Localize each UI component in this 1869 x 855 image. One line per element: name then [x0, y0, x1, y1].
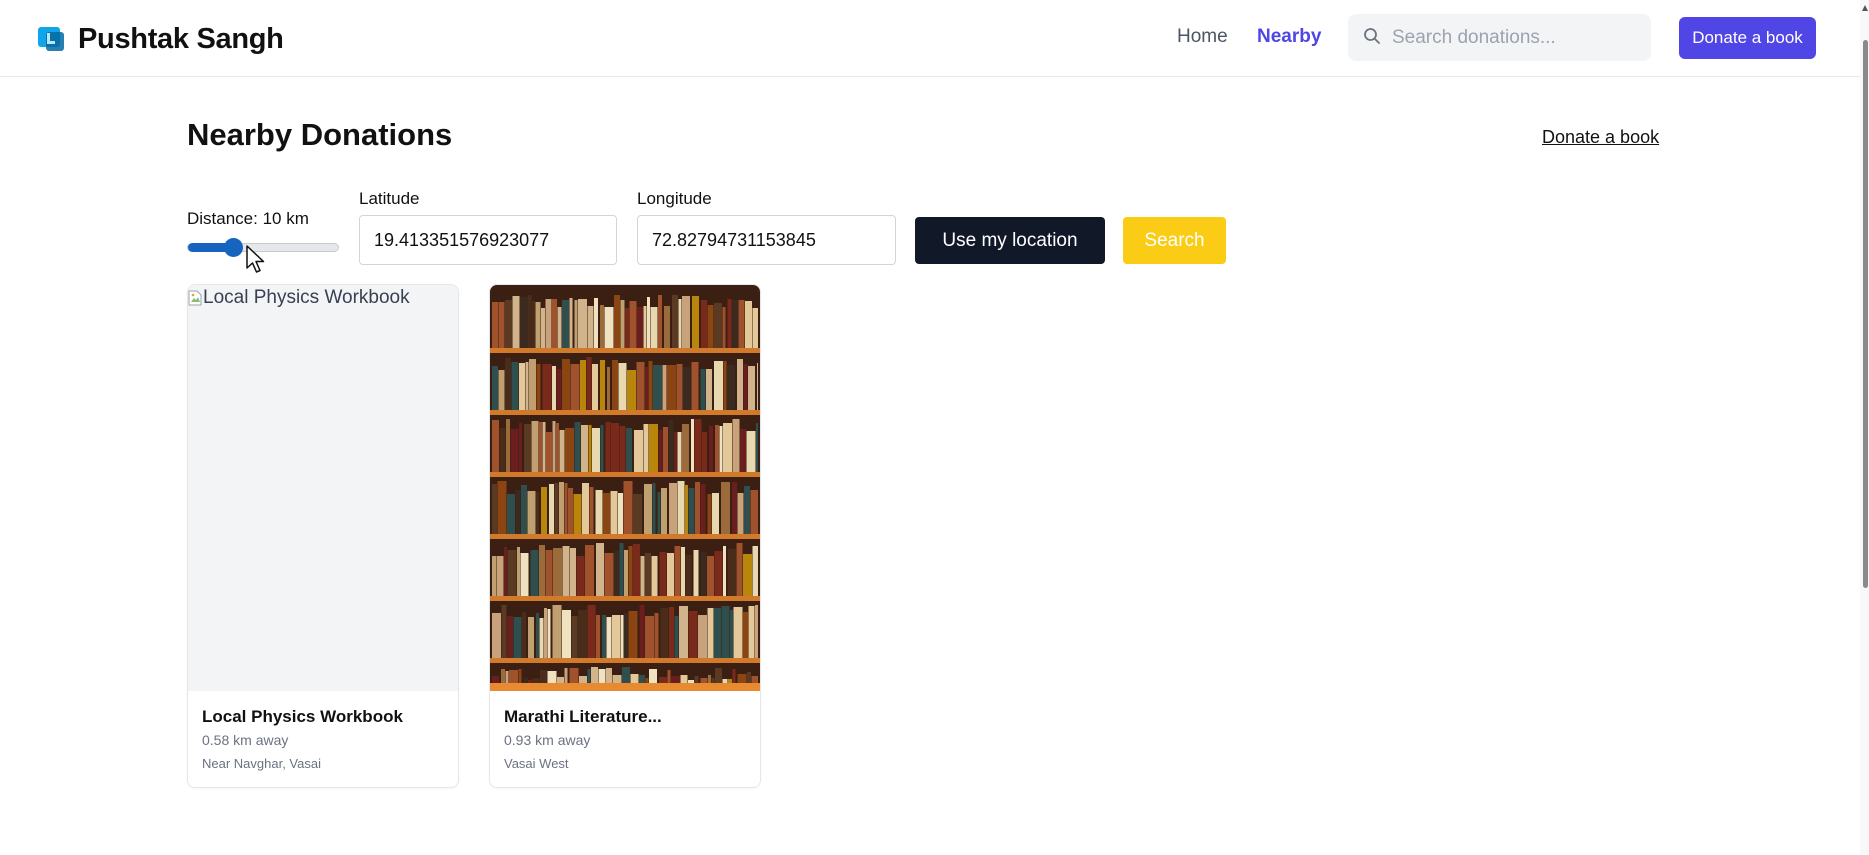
- latitude-label: Latitude: [359, 189, 420, 208]
- logo-icon: [38, 27, 64, 51]
- image-alt-text: Local Physics Workbook: [188, 287, 410, 309]
- nav-nearby-link[interactable]: Nearby: [1257, 26, 1321, 48]
- search-box[interactable]: [1348, 14, 1651, 61]
- donation-card[interactable]: Local Physics Workbook Local Physics Wor…: [187, 284, 459, 788]
- bookshelf-photo: [490, 285, 760, 691]
- search-input[interactable]: [1390, 14, 1640, 61]
- brand-name: Pushtak Sangh: [78, 22, 284, 55]
- broken-image-icon: [188, 290, 202, 306]
- mouse-cursor-icon: [246, 245, 265, 273]
- card-title: Local Physics Workbook: [202, 707, 403, 726]
- card-title: Marathi Literature...: [504, 707, 662, 726]
- scroll-up-arrow-icon[interactable]: [1862, 4, 1868, 14]
- page-title: Nearby Donations: [187, 117, 453, 152]
- card-image-broken: Local Physics Workbook: [188, 285, 458, 691]
- card-location: Vasai West: [504, 756, 569, 771]
- image-alt-label: Local Physics Workbook: [203, 287, 410, 308]
- use-my-location-button[interactable]: Use my location: [915, 217, 1105, 264]
- search-button[interactable]: Search: [1123, 217, 1226, 264]
- search-icon: [1364, 28, 1380, 44]
- donation-card[interactable]: Marathi Literature... 0.93 km away Vasai…: [489, 284, 761, 788]
- latitude-input[interactable]: [359, 215, 617, 265]
- distance-slider-thumb[interactable]: [224, 238, 244, 257]
- scrollbar-thumb[interactable]: [1863, 40, 1868, 588]
- donate-book-button[interactable]: Donate a book: [1679, 17, 1816, 59]
- nav-home-link[interactable]: Home: [1177, 26, 1228, 48]
- distance-label: Distance: 10 km: [187, 209, 309, 228]
- donate-book-link[interactable]: Donate a book: [1542, 127, 1659, 148]
- brand[interactable]: Pushtak Sangh: [38, 22, 284, 56]
- card-distance: 0.93 km away: [504, 732, 591, 748]
- longitude-label: Longitude: [637, 189, 712, 208]
- card-distance: 0.58 km away: [202, 732, 289, 748]
- longitude-input[interactable]: [637, 215, 896, 265]
- top-navbar: Pushtak Sangh Home Nearby Donate a book: [0, 0, 1869, 77]
- card-location: Near Navghar, Vasai: [202, 756, 321, 771]
- card-image-bookshelf: [490, 285, 760, 691]
